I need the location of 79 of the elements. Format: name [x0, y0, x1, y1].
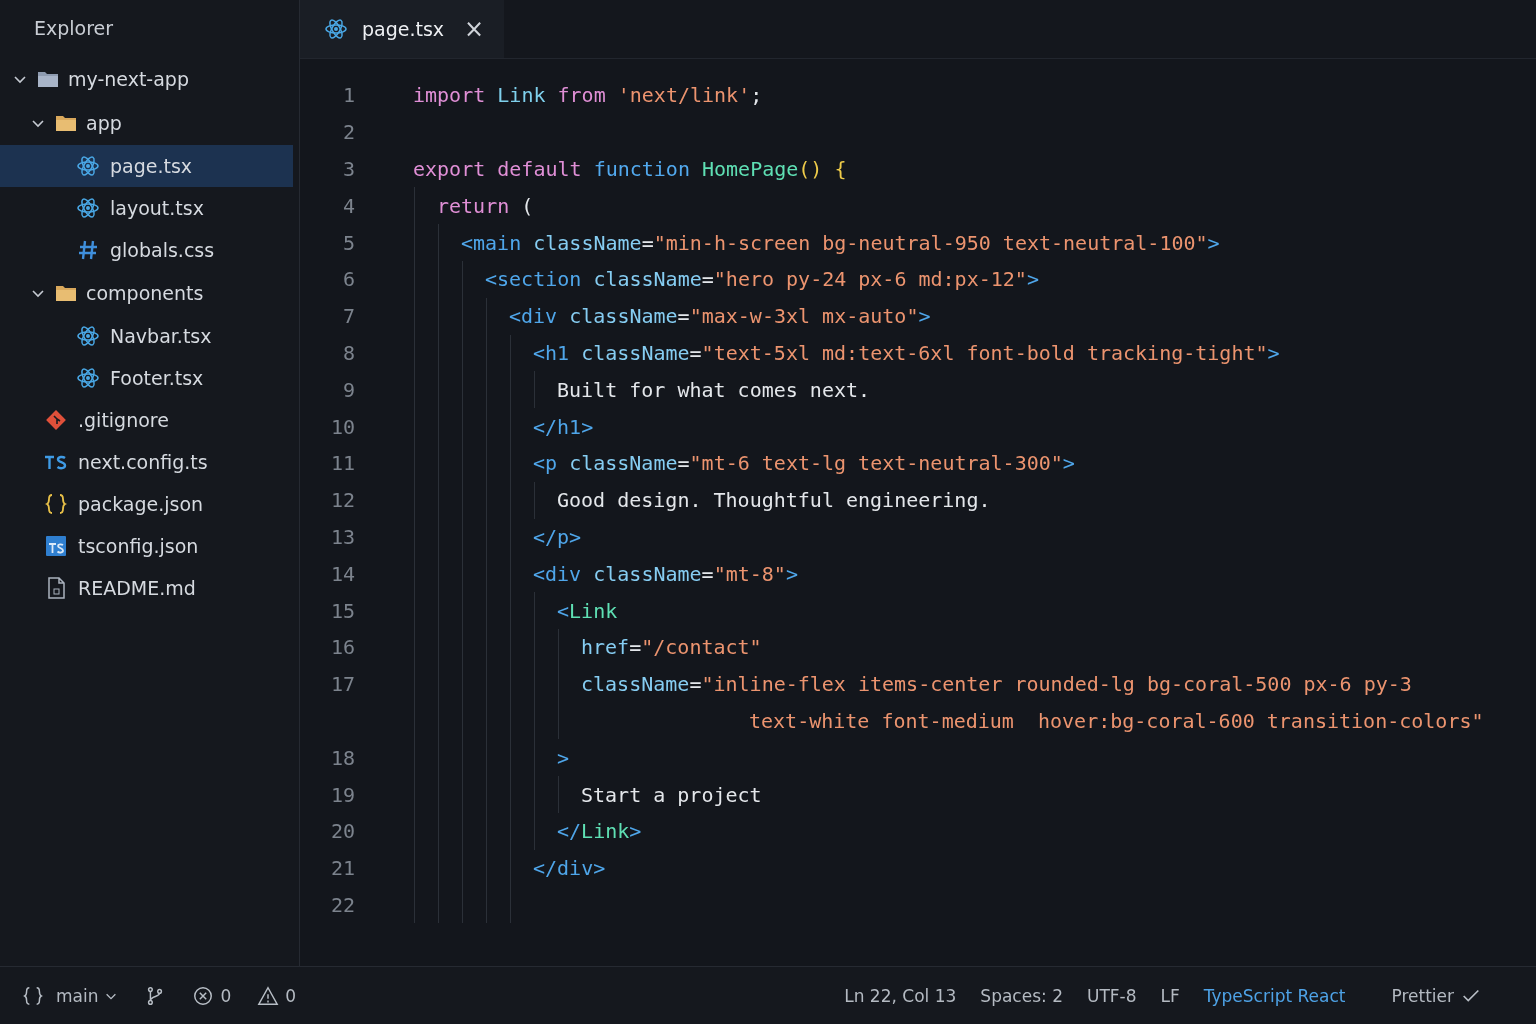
tree-item[interactable]: tsconfig.json	[0, 525, 293, 567]
code-line: >	[557, 745, 570, 770]
line-number: 3	[341, 157, 355, 181]
code-line: Start a project	[581, 782, 762, 807]
atom-icon	[76, 154, 100, 178]
braces-icon	[22, 984, 44, 1007]
code-line: text-white font-medium hover:bg-coral-600 transition-colors"	[749, 708, 1484, 733]
code-line: Built for what comes next.	[557, 377, 871, 402]
code-line: <section className="hero py-24 px-6 md:px-12">	[485, 267, 1039, 292]
code-line: <main className="min-h-screen bg-neutral-950 text-neutral-100">	[461, 230, 1220, 255]
formatter-status[interactable]: Prettier	[1391, 985, 1454, 1006]
close-button[interactable]: ×	[458, 15, 491, 43]
tree-item[interactable]: Navbar.tsx	[0, 315, 293, 357]
warning-icon	[257, 984, 280, 1007]
line-number: 17	[329, 672, 355, 697]
language-mode[interactable]: TypeScript React	[1203, 985, 1346, 1006]
line-number: 19	[329, 782, 355, 807]
tree-item[interactable]: next.config.ts	[0, 441, 293, 483]
tree-item[interactable]: my-next-app	[0, 57, 293, 101]
warning-count: 0	[285, 985, 297, 1006]
code-line: </h1>	[533, 414, 594, 439]
line-number: 14	[329, 561, 355, 586]
code-line: Good design. Thoughtful engineering.	[557, 488, 991, 513]
status-item[interactable]: UTF-8	[1086, 985, 1137, 1006]
tree-item[interactable]: globals.css	[0, 229, 293, 271]
line-number: 11	[329, 451, 355, 476]
line-number: 15	[329, 598, 355, 623]
line-number: 7	[341, 304, 355, 329]
code-line: import Link from 'next/link';	[413, 83, 763, 108]
ts-icon	[44, 534, 68, 558]
code-line: <p className="mt-6 text-lg text-neutral-300">	[533, 451, 1075, 476]
code-line: className="inline-flex items-center rounded-lg bg-coral-500 px-6 py-3	[581, 672, 1412, 697]
line-number: 6	[341, 267, 355, 292]
tree-item[interactable]: package.json	[0, 483, 293, 525]
line-number: 22	[329, 892, 355, 917]
line-number: 13	[329, 524, 355, 549]
line-number: 21	[329, 856, 355, 881]
code-line: return (	[437, 193, 534, 218]
code-line: </Link>	[557, 819, 642, 844]
error-count: 0	[220, 985, 232, 1006]
tree-item[interactable]: README.md	[0, 567, 293, 609]
braces-icon	[44, 492, 68, 516]
status-item[interactable]: LF	[1160, 985, 1180, 1006]
line-number: 9	[341, 377, 355, 402]
line-number: 20	[329, 819, 355, 844]
atom-icon	[76, 196, 100, 220]
status-item[interactable]: Spaces: 2	[980, 985, 1063, 1006]
atom-icon	[76, 366, 100, 390]
code-line: <Link	[557, 598, 618, 623]
atom-icon	[76, 324, 100, 348]
code-line: <div className="mt-8">	[533, 561, 798, 586]
code-line: export default function HomePage() {	[413, 157, 847, 181]
line-number: 4	[341, 193, 355, 218]
tree-item[interactable]: .gitignore	[0, 399, 293, 441]
line-number: 18	[329, 745, 355, 770]
atom-icon	[324, 17, 348, 41]
code-line: <h1 className="text-5xl md:text-6xl font-bold tracking-tight">	[533, 340, 1280, 365]
error-icon	[192, 984, 215, 1007]
line-number: 10	[329, 414, 355, 439]
code-line: href="/contact"	[581, 635, 762, 660]
tree-item[interactable]: layout.tsx	[0, 187, 293, 229]
line-number: 5	[341, 230, 355, 255]
editor-tab[interactable]: page.tsx ×	[300, 0, 505, 58]
status-item[interactable]: Ln 22, Col 13	[844, 985, 957, 1006]
branch-selector[interactable]: main	[56, 985, 119, 1006]
hash-icon	[76, 238, 100, 262]
tree-item[interactable]: components	[0, 271, 293, 315]
code-line: </p>	[533, 524, 582, 549]
tree-item[interactable]: page.tsx	[0, 145, 293, 187]
code-line: <div className="max-w-3xl mx-auto">	[509, 304, 931, 329]
tree-item[interactable]: app	[0, 101, 293, 145]
explorer-title: Explorer	[33, 16, 115, 41]
line-number: 12	[329, 488, 355, 513]
code-line: </div>	[533, 856, 606, 881]
tree-item[interactable]: Footer.tsx	[0, 357, 293, 399]
line-number: 1	[341, 83, 355, 108]
line-number: 16	[329, 635, 355, 660]
line-number: 2	[341, 120, 355, 145]
line-number: 8	[341, 340, 355, 365]
